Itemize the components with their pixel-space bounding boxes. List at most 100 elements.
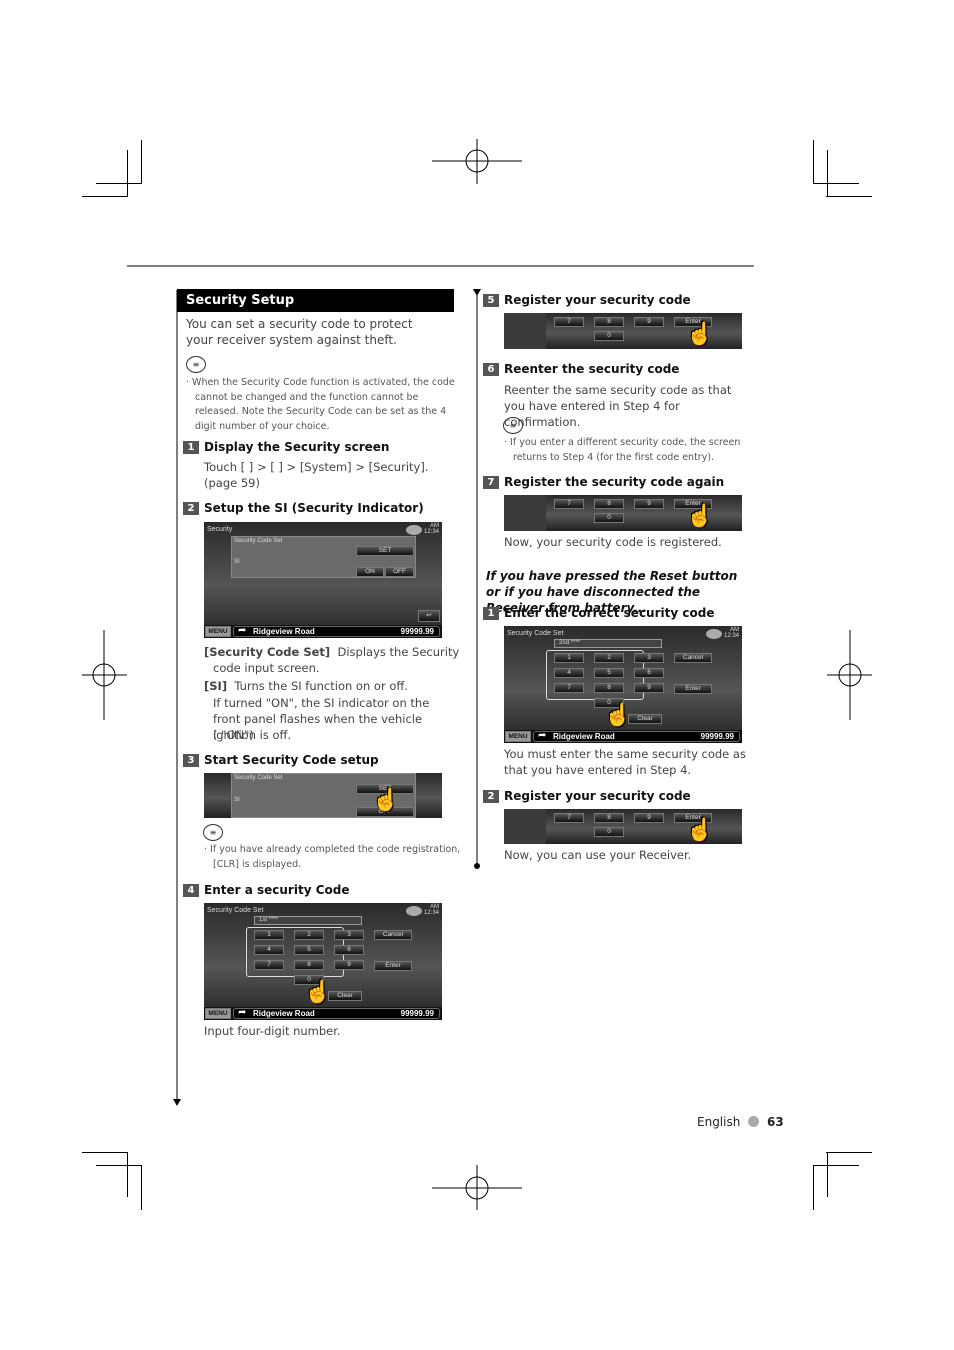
- key-2-button[interactable]: 2: [294, 930, 324, 940]
- si-off-button[interactable]: OFF: [385, 567, 414, 577]
- clear-button[interactable]: Clear: [628, 714, 662, 724]
- step-title: Reenter the security code: [504, 362, 680, 376]
- key-0-button[interactable]: 0: [594, 331, 624, 341]
- status-bar: MENU ➦ Ridgeview Road 99999.99: [204, 625, 442, 638]
- key-8-button[interactable]: 8: [594, 683, 624, 693]
- key-3-button[interactable]: 3: [634, 653, 664, 663]
- key-7-button[interactable]: 7: [554, 317, 584, 327]
- key-8-button[interactable]: 8: [594, 813, 624, 823]
- key-9-button[interactable]: 9: [334, 960, 364, 970]
- key-1-button[interactable]: 1: [254, 930, 284, 940]
- back-icon[interactable]: [406, 525, 422, 535]
- hand-pointer-icon: ☝: [372, 787, 400, 812]
- key-8-button[interactable]: 8: [594, 317, 624, 327]
- step-title: Register the security code again: [504, 475, 725, 489]
- enter-strip: 7 8 9 0 Enter ☝: [504, 809, 742, 844]
- step-title: Start Security Code setup: [204, 753, 379, 767]
- hand-pointer-icon: ☝: [304, 979, 332, 1004]
- key-5-button[interactable]: 5: [294, 945, 324, 955]
- step-title: Enter the correct security code: [504, 606, 715, 620]
- menu-button[interactable]: MENU: [505, 731, 531, 742]
- step-number: 3: [183, 754, 199, 767]
- step-title: Register your security code: [504, 293, 691, 307]
- hand-pointer-icon: ☝: [604, 702, 632, 727]
- footer: English 63: [697, 1115, 784, 1129]
- step-title: Register your security code: [504, 789, 691, 803]
- step-number: 6: [483, 363, 499, 376]
- key-7-button[interactable]: 7: [554, 683, 584, 693]
- back-icon[interactable]: [406, 906, 422, 916]
- page-number: 63: [767, 1115, 784, 1129]
- cancel-button[interactable]: Cancel: [374, 930, 412, 940]
- enter-button[interactable]: Enter: [674, 684, 712, 694]
- turn-arrow-icon: ➦: [238, 625, 247, 636]
- step-title: Enter a security Code: [204, 883, 350, 897]
- step-number: 1: [483, 607, 499, 620]
- note-text: · If you have already completed the code…: [204, 844, 461, 870]
- step-4-after: Input four-digit number.: [204, 1024, 341, 1038]
- step-1-heading: 1 Display the Security screen: [183, 439, 389, 455]
- screen-title: Security Code Set: [207, 907, 264, 914]
- key-0-button[interactable]: 0: [594, 513, 624, 523]
- distance: 99999.99: [700, 732, 734, 741]
- key-9-button[interactable]: 9: [634, 499, 664, 509]
- label: [Security Code Set]: [204, 645, 331, 659]
- settings-panel: Security Code Set SET SI ON OFF: [231, 536, 416, 578]
- distance: 99999.99: [400, 627, 434, 636]
- key-8-button[interactable]: 8: [594, 499, 624, 509]
- key-2-button[interactable]: 2: [594, 653, 624, 663]
- key-3-button[interactable]: 3: [334, 930, 364, 940]
- key-1-button[interactable]: 1: [554, 653, 584, 663]
- si-on-button[interactable]: ON: [356, 567, 384, 577]
- bg: [504, 313, 546, 349]
- key-9-button[interactable]: 9: [634, 317, 664, 327]
- street-name: Ridgeview Road: [253, 627, 315, 636]
- return-button[interactable]: ↩: [418, 610, 440, 622]
- key-4-button[interactable]: 4: [254, 945, 284, 955]
- si-desc-4: ( "ON"): [213, 728, 254, 742]
- desc: Turns the SI function on or off.: [234, 679, 408, 693]
- code-set-label: Security Code Set: [234, 538, 283, 544]
- key-5-button[interactable]: 5: [594, 668, 624, 678]
- label: [SI]: [204, 679, 228, 693]
- step-6-heading: 6 Reenter the security code: [483, 361, 679, 377]
- clock-time: 12:34: [423, 910, 439, 916]
- key-6-button[interactable]: 6: [334, 945, 364, 955]
- key-7-button[interactable]: 7: [554, 499, 584, 509]
- clear-button[interactable]: Clear: [328, 991, 362, 1001]
- status-bar: MENU ➦ Ridgeview Road 99999.99: [504, 730, 742, 743]
- menu-button[interactable]: MENU: [205, 1008, 231, 1019]
- hand-pointer-icon: ☝: [686, 503, 714, 528]
- menu-button[interactable]: MENU: [205, 626, 231, 637]
- key-8-button[interactable]: 8: [294, 960, 324, 970]
- section-title: Security Setup: [177, 289, 454, 312]
- distance: 99999.99: [400, 1009, 434, 1018]
- step-5-heading: 5 Register your security code: [483, 292, 691, 308]
- street-name: Ridgeview Road: [553, 732, 615, 741]
- code-set-strip: Security Code Set SET SI OFF ☝: [204, 773, 442, 818]
- screen-title: Security Code Set: [507, 630, 564, 637]
- key-7-button[interactable]: 7: [254, 960, 284, 970]
- footer-language: English: [697, 1115, 741, 1129]
- bullet-icon: [748, 1116, 760, 1127]
- key-0-button[interactable]: 0: [594, 827, 624, 837]
- back-icon[interactable]: [706, 629, 722, 639]
- key-4-button[interactable]: 4: [554, 668, 584, 678]
- status-bar: MENU ➦ Ridgeview Road 99999.99: [204, 1007, 442, 1020]
- enter-button[interactable]: Enter: [374, 961, 412, 971]
- step-1-body: Touch [ ] > [ ] > [System] > [Security].…: [204, 460, 429, 490]
- note-icon: ≡: [503, 417, 523, 434]
- set-button[interactable]: SET: [356, 546, 414, 556]
- keypad-screen-second: Security Code Set AM 12:34 2nd **** 1 2 3 4 5 6 7…: [504, 626, 742, 743]
- key-9-button[interactable]: 9: [634, 683, 664, 693]
- note-icon: ≡: [186, 356, 206, 373]
- reset-step-2-after: Now, you can use your Receiver.: [504, 848, 692, 862]
- street-name: Ridgeview Road: [253, 1009, 315, 1018]
- turn-arrow-icon: ➦: [238, 1007, 247, 1018]
- key-7-button[interactable]: 7: [554, 813, 584, 823]
- key-9-button[interactable]: 9: [634, 813, 664, 823]
- key-6-button[interactable]: 6: [634, 668, 664, 678]
- cancel-button[interactable]: Cancel: [674, 653, 712, 663]
- si-label: SI: [234, 559, 240, 565]
- screen-title: Security: [207, 526, 233, 533]
